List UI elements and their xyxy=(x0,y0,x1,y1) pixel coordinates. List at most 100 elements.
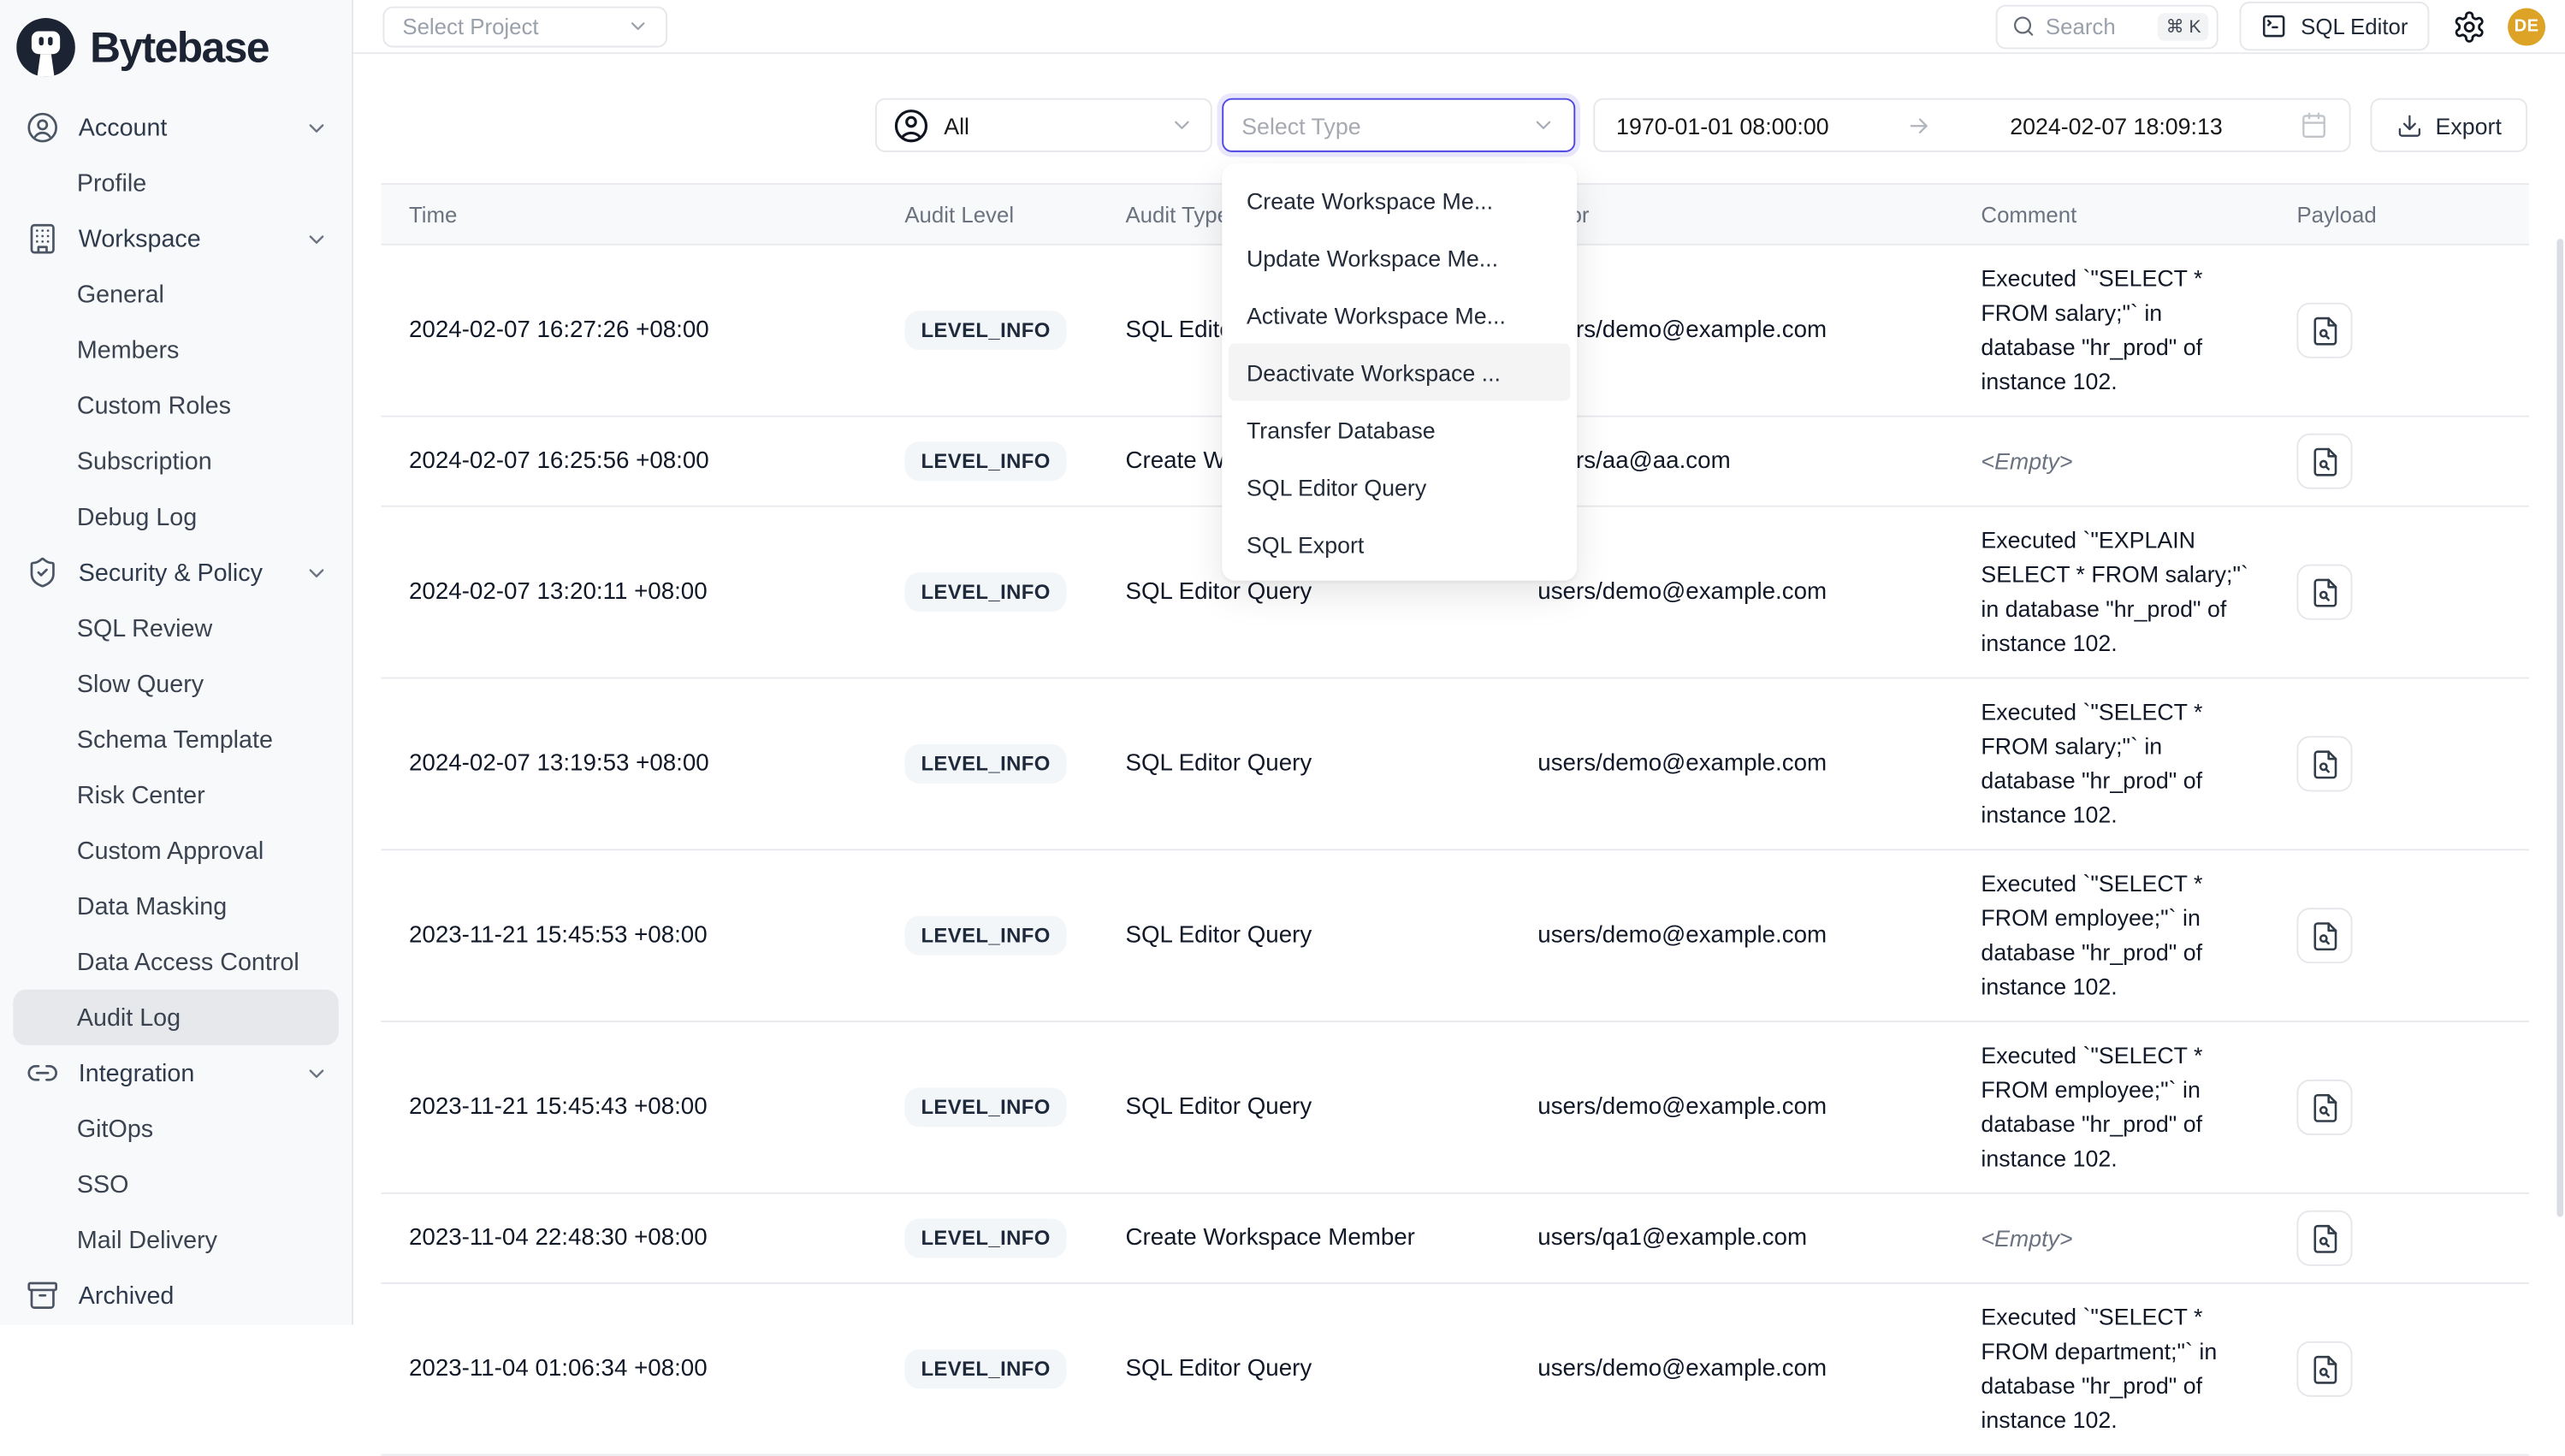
type-filter-placeholder: Select Type xyxy=(1241,112,1360,139)
sidebar-section-workspace[interactable]: Workspace xyxy=(0,211,352,267)
table-row: 2023-11-21 15:45:43 +08:00LEVEL_INFOSQL … xyxy=(381,1022,2528,1194)
type-filter-select[interactable]: Select Type xyxy=(1222,98,1575,152)
payload-view-button[interactable] xyxy=(2296,434,2352,489)
payload-view-button[interactable] xyxy=(2296,1341,2352,1397)
chevron-down-icon xyxy=(1531,113,1556,138)
type-dropdown-option-deactivate-workspace[interactable]: Deactivate Workspace ... xyxy=(1229,344,1571,401)
type-dropdown-option-sql-export[interactable]: SQL Export xyxy=(1229,515,1571,572)
sidebar-item-debug-log[interactable]: Debug Log xyxy=(13,489,338,545)
link-icon xyxy=(27,1056,59,1089)
file-search-icon xyxy=(2309,577,2340,607)
sidebar-item-general[interactable]: General xyxy=(13,267,338,323)
table-row: 2023-11-04 01:06:34 +08:00LEVEL_INFOSQL … xyxy=(381,1284,2528,1456)
cell-actor: users/demo@example.com xyxy=(1510,906,1953,965)
sidebar-item-members[interactable]: Members xyxy=(13,323,338,378)
payload-view-button[interactable] xyxy=(2296,303,2352,358)
date-range-picker[interactable]: 1970-01-01 08:00:00 2024-02-07 18:09:13 xyxy=(1593,98,2350,152)
payload-view-button[interactable] xyxy=(2296,736,2352,791)
chevron-down-icon xyxy=(305,227,329,252)
bytebase-logo[interactable]: Bytebase xyxy=(0,0,352,95)
sidebar-item-schema-template[interactable]: Schema Template xyxy=(13,712,338,767)
export-button[interactable]: Export xyxy=(2370,98,2527,152)
sidebar-item-gitops[interactable]: GitOps xyxy=(13,1101,338,1157)
sidebar-section-account[interactable]: Account xyxy=(0,100,352,156)
search-input[interactable]: Search ⌘ K xyxy=(1997,4,2219,49)
cell-comment: Executed `"SELECT * FROM department;"` i… xyxy=(1953,1284,2269,1454)
sidebar-item-sso[interactable]: SSO xyxy=(13,1157,338,1212)
cell-audit-level: LEVEL_INFO xyxy=(877,556,1098,628)
payload-view-button[interactable] xyxy=(2296,1080,2352,1135)
export-label: Export xyxy=(2436,112,2502,139)
file-search-icon xyxy=(2309,749,2340,779)
cell-time: 2024-02-07 16:25:56 +08:00 xyxy=(381,432,876,491)
cell-comment: <Empty> xyxy=(1953,428,2269,494)
cell-time: 2023-11-21 15:45:43 +08:00 xyxy=(381,1078,876,1137)
cell-actor: users/demo@example.com xyxy=(1510,1340,1953,1399)
file-search-icon xyxy=(2309,315,2340,346)
audit-level-badge: LEVEL_INFO xyxy=(904,1218,1066,1258)
sidebar-item-sql-review[interactable]: SQL Review xyxy=(13,601,338,656)
type-dropdown-option-sql-editor-query[interactable]: SQL Editor Query xyxy=(1229,458,1571,515)
sidebar-item-custom-roles[interactable]: Custom Roles xyxy=(13,378,338,434)
cell-time: 2024-02-07 16:27:26 +08:00 xyxy=(381,301,876,360)
sidebar-item-data-access-control[interactable]: Data Access Control xyxy=(13,934,338,990)
sidebar-section-integration[interactable]: Integration xyxy=(0,1045,352,1101)
cell-comment: Executed `"SELECT * FROM employee;"` in … xyxy=(1953,850,2269,1021)
type-dropdown-option-create-workspace-me[interactable]: Create Workspace Me... xyxy=(1229,172,1571,229)
cell-audit-level: LEVEL_INFO xyxy=(877,1333,1098,1405)
sidebar-item-custom-approval[interactable]: Custom Approval xyxy=(13,823,338,879)
cell-time: 2023-11-04 22:48:30 +08:00 xyxy=(381,1209,876,1268)
chevron-down-icon xyxy=(626,15,649,38)
payload-view-button[interactable] xyxy=(2296,565,2352,620)
actor-filter-select[interactable]: All xyxy=(875,98,1212,152)
cell-audit-type: SQL Editor Query xyxy=(1098,906,1510,965)
archive-icon xyxy=(27,1279,59,1311)
cell-audit-type: SQL Editor Query xyxy=(1098,1340,1510,1399)
sidebar-section-label: Archived xyxy=(79,1281,175,1310)
type-dropdown-option-activate-workspace-me[interactable]: Activate Workspace Me... xyxy=(1229,287,1571,344)
vertical-scrollbar[interactable] xyxy=(2556,239,2563,1216)
sidebar-item-subscription[interactable]: Subscription xyxy=(13,434,338,489)
type-dropdown-option-update-workspace-me[interactable]: Update Workspace Me... xyxy=(1229,229,1571,287)
settings-gear-icon[interactable] xyxy=(2450,9,2486,44)
project-select[interactable]: Select Project xyxy=(382,6,667,47)
chevron-down-icon xyxy=(1170,113,1194,138)
table-row: 2023-11-21 15:45:53 +08:00LEVEL_INFOSQL … xyxy=(381,850,2528,1022)
cell-time: 2023-11-04 01:06:34 +08:00 xyxy=(381,1340,876,1399)
user-avatar[interactable]: DE xyxy=(2508,8,2545,45)
payload-view-button[interactable] xyxy=(2296,1210,2352,1266)
calendar-icon xyxy=(2300,111,2328,139)
topbar: Select Project Search ⌘ K SQL xyxy=(353,0,2565,54)
column-header-audit-level: Audit Level xyxy=(877,202,1098,227)
payload-view-button[interactable] xyxy=(2296,908,2352,963)
column-header-payload: Payload xyxy=(2269,202,2529,227)
type-dropdown-option-transfer-database[interactable]: Transfer Database xyxy=(1229,400,1571,458)
chevron-down-icon xyxy=(305,115,329,140)
audit-level-badge: LEVEL_INFO xyxy=(904,441,1066,481)
sidebar-section-label: Integration xyxy=(79,1059,195,1087)
sidebar-section-archived[interactable]: Archived xyxy=(0,1268,352,1323)
sidebar-item-mail-delivery[interactable]: Mail Delivery xyxy=(13,1212,338,1268)
audit-level-badge: LEVEL_INFO xyxy=(904,1087,1066,1127)
sidebar-item-audit-log[interactable]: Audit Log xyxy=(13,990,338,1045)
cell-time: 2024-02-07 13:20:11 +08:00 xyxy=(381,563,876,622)
bytebase-app: Bytebase AccountProfileWorkspaceGeneralM… xyxy=(0,0,2565,1325)
cell-actor: users/demo@example.com xyxy=(1510,563,1953,622)
sidebar-section-label: Security & Policy xyxy=(79,559,263,587)
sidebar-item-risk-center[interactable]: Risk Center xyxy=(13,767,338,823)
cell-payload xyxy=(2269,548,2529,636)
type-filter-dropdown: Create Workspace Me...Update Workspace M… xyxy=(1222,163,1577,581)
sidebar-item-profile[interactable]: Profile xyxy=(13,156,338,211)
sidebar-item-data-masking[interactable]: Data Masking xyxy=(13,879,338,934)
cell-comment: Executed `"SELECT * FROM salary;"` in da… xyxy=(1953,678,2269,849)
audit-level-badge: LEVEL_INFO xyxy=(904,572,1066,612)
sidebar-section-security-policy[interactable]: Security & Policy xyxy=(0,545,352,601)
table-row: 2024-02-07 13:19:53 +08:00LEVEL_INFOSQL … xyxy=(381,678,2528,850)
file-search-icon xyxy=(2309,446,2340,476)
sidebar-item-slow-query[interactable]: Slow Query xyxy=(13,656,338,712)
bytebase-mascot-icon xyxy=(16,18,75,77)
date-to-value[interactable]: 2024-02-07 18:09:13 xyxy=(2010,112,2223,139)
sql-editor-button[interactable]: SQL Editor xyxy=(2240,2,2429,50)
search-icon xyxy=(2013,15,2036,38)
date-from-value[interactable]: 1970-01-01 08:00:00 xyxy=(1616,112,1829,139)
